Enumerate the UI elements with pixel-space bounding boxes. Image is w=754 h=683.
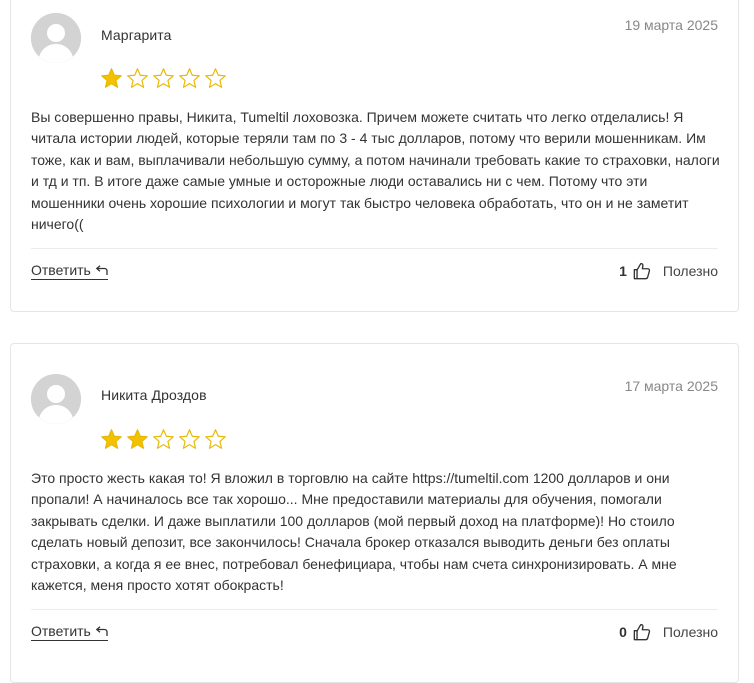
star-empty-icon — [179, 429, 200, 449]
review-author: Никита Дроздов — [101, 387, 207, 403]
review-date: 17 марта 2025 — [624, 378, 718, 394]
divider — [31, 609, 718, 610]
reply-arrow-icon — [95, 625, 108, 636]
rating-stars — [100, 67, 227, 90]
review-card: Никита Дроздов 17 марта 2025 Это просто … — [10, 343, 739, 683]
review-card: Маргарита 19 марта 2025 Вы совершенно пр… — [10, 0, 739, 312]
review-date: 19 марта 2025 — [624, 17, 718, 33]
star-empty-icon — [153, 429, 174, 449]
star-filled-icon — [101, 68, 122, 88]
reply-arrow-icon — [95, 264, 108, 275]
divider — [31, 248, 718, 249]
avatar — [31, 13, 81, 63]
useful-count: 0 — [619, 624, 627, 640]
thumbs-up-icon[interactable] — [633, 262, 651, 280]
useful-label[interactable]: Полезно — [663, 263, 718, 279]
star-empty-icon — [205, 429, 226, 449]
star-empty-icon — [205, 68, 226, 88]
useful-count: 1 — [619, 263, 627, 279]
useful-control: 0 Полезно — [619, 623, 718, 641]
useful-control: 1 Полезно — [619, 262, 718, 280]
review-text: Это просто жесть какая то! Я вложил в то… — [31, 470, 677, 594]
avatar — [31, 374, 81, 424]
thumbs-up-icon[interactable] — [633, 623, 651, 641]
useful-label[interactable]: Полезно — [663, 624, 718, 640]
reply-label: Ответить — [31, 262, 91, 278]
star-empty-icon — [179, 68, 200, 88]
reply-label: Ответить — [31, 623, 91, 639]
star-empty-icon — [127, 68, 148, 88]
reply-button[interactable]: Ответить — [31, 623, 108, 641]
rating-stars — [100, 428, 227, 451]
review-text: Вы совершенно правы, Никита, Tumeltil ло… — [31, 109, 720, 233]
reply-button[interactable]: Ответить — [31, 262, 108, 280]
star-filled-icon — [101, 429, 122, 449]
user-placeholder-icon — [31, 13, 81, 63]
review-author: Маргарита — [101, 27, 172, 43]
star-empty-icon — [153, 68, 174, 88]
user-placeholder-icon — [31, 374, 81, 424]
star-filled-icon — [127, 429, 148, 449]
